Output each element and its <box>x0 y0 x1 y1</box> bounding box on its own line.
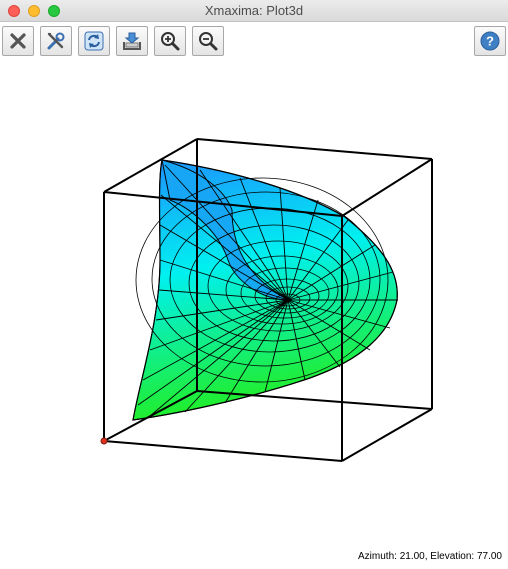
refresh-icon <box>84 31 104 51</box>
plot-3d-surface[interactable] <box>0 60 508 545</box>
plot-canvas[interactable] <box>0 60 508 545</box>
zoom-out-button[interactable] <box>192 26 224 56</box>
config-button[interactable] <box>40 26 72 56</box>
toolbar: ? <box>0 22 508 60</box>
save-icon <box>123 32 141 50</box>
view-angle-readout: Azimuth: 21.00, Elevation: 77.00 <box>358 551 502 562</box>
zoom-in-icon <box>161 32 180 51</box>
help-button[interactable]: ? <box>474 26 506 56</box>
title-bar[interactable]: Xmaxima: Plot3d <box>0 0 508 22</box>
save-button[interactable] <box>116 26 148 56</box>
origin-marker <box>100 437 108 445</box>
replot-button[interactable] <box>78 26 110 56</box>
close-plot-button[interactable] <box>2 26 34 56</box>
zoom-out-icon <box>199 32 218 51</box>
window-title: Xmaxima: Plot3d <box>204 3 304 18</box>
plot3d-window: Xmaxima: Plot3d ? Azimuth: 21.00, Elevat… <box>0 0 508 569</box>
svg-text:?: ? <box>486 34 494 49</box>
close-x-icon <box>10 33 26 49</box>
zoom-in-button[interactable] <box>154 26 186 56</box>
help-icon: ? <box>480 31 500 51</box>
tools-icon <box>47 32 65 50</box>
